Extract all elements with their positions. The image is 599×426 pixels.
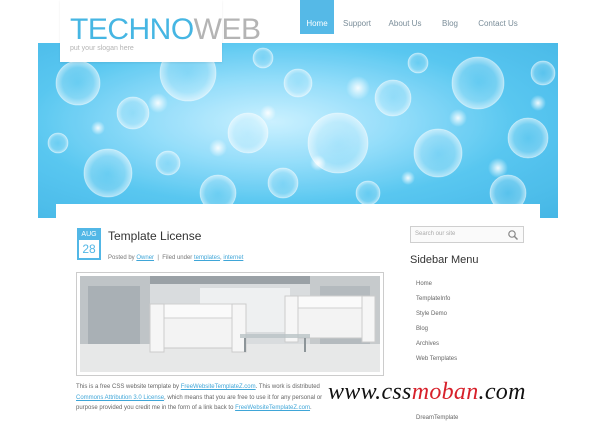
logo-techno: TECHNO xyxy=(70,13,194,46)
nav-blog[interactable]: Blog xyxy=(430,0,470,34)
sidebar-item-home[interactable]: Home xyxy=(416,281,432,287)
body-link-freewebsitetemplatez[interactable]: FreeWebsiteTemplateZ.com xyxy=(181,384,256,390)
watermark-part-com: .com xyxy=(478,379,526,405)
site-logo[interactable]: TECHNOWEB xyxy=(70,12,261,48)
sidebar-item-blog[interactable]: Blog xyxy=(416,326,428,332)
meta-posted-by: Posted by xyxy=(108,255,135,261)
nav-contact-us[interactable]: Contact Us xyxy=(470,0,526,34)
sidebar-item-style-demo[interactable]: Style Demo xyxy=(416,311,447,317)
body-link-license[interactable]: Commons Attribution 3.0 License xyxy=(76,395,164,401)
banner-bottom-edge xyxy=(38,204,558,218)
body-text-5: . xyxy=(310,405,312,411)
site-slogan: put your slogan here xyxy=(70,45,134,52)
body-text-3: , which means that you are free to use i… xyxy=(164,394,323,401)
search-icon[interactable] xyxy=(507,229,519,241)
search-placeholder: Search our site xyxy=(415,231,456,237)
post-title[interactable]: Template License xyxy=(108,229,201,243)
sidebar-item-archives[interactable]: Archives xyxy=(416,341,439,347)
header-banner xyxy=(38,43,558,218)
post-date-badge: AUG 28 xyxy=(77,228,101,260)
logo-web: WEB xyxy=(193,13,261,46)
post-image-frame xyxy=(76,272,384,376)
bubbles-image xyxy=(38,43,558,218)
post-body: This is a free CSS website template by F… xyxy=(76,382,332,414)
sidebar-item-dreamtemplate[interactable]: DreamTemplate xyxy=(416,415,458,421)
meta-separator: | xyxy=(155,255,161,261)
nav-support[interactable]: Support xyxy=(334,0,380,34)
nav-home[interactable]: Home xyxy=(300,0,334,34)
body-link-freewebsitetemplatez-2[interactable]: FreeWebsiteTemplateZ.com xyxy=(235,405,310,411)
date-month: AUG xyxy=(81,231,97,238)
post-meta: Posted by Owner | Filed under templates,… xyxy=(108,255,243,261)
lounge-photo-icon xyxy=(80,276,380,372)
body-text-4: purpose provided you credit me in the fo… xyxy=(76,405,234,411)
sidebar-item-web-templates[interactable]: Web Templates xyxy=(416,356,457,362)
meta-filed-under: Filed under xyxy=(162,255,193,261)
date-day: 28 xyxy=(79,240,99,258)
meta-tag-internet[interactable]: internet xyxy=(223,255,243,261)
nav-about-us[interactable]: About Us xyxy=(380,0,430,34)
post-image xyxy=(80,276,380,372)
main-nav: Home Support About Us Blog Contact Us xyxy=(300,0,526,34)
logo-box: TECHNOWEB put your slogan here xyxy=(60,0,261,62)
content-top-edge xyxy=(56,204,540,218)
body-text-1: This is a free CSS website template by xyxy=(76,384,180,390)
watermark: www.cssmoban.com xyxy=(328,379,526,406)
sidebar-title: Sidebar Menu xyxy=(410,254,479,266)
sidebar-item-templateinfo[interactable]: TemplateInfo xyxy=(416,296,450,302)
watermark-part-www: www.css xyxy=(328,379,412,405)
meta-author-link[interactable]: Owner xyxy=(136,255,154,261)
meta-tag-templates[interactable]: templates xyxy=(194,255,220,261)
watermark-part-moban: moban xyxy=(411,379,479,405)
search-input[interactable]: Search our site xyxy=(410,226,524,243)
body-text-2: . This work is distributed xyxy=(255,384,320,390)
